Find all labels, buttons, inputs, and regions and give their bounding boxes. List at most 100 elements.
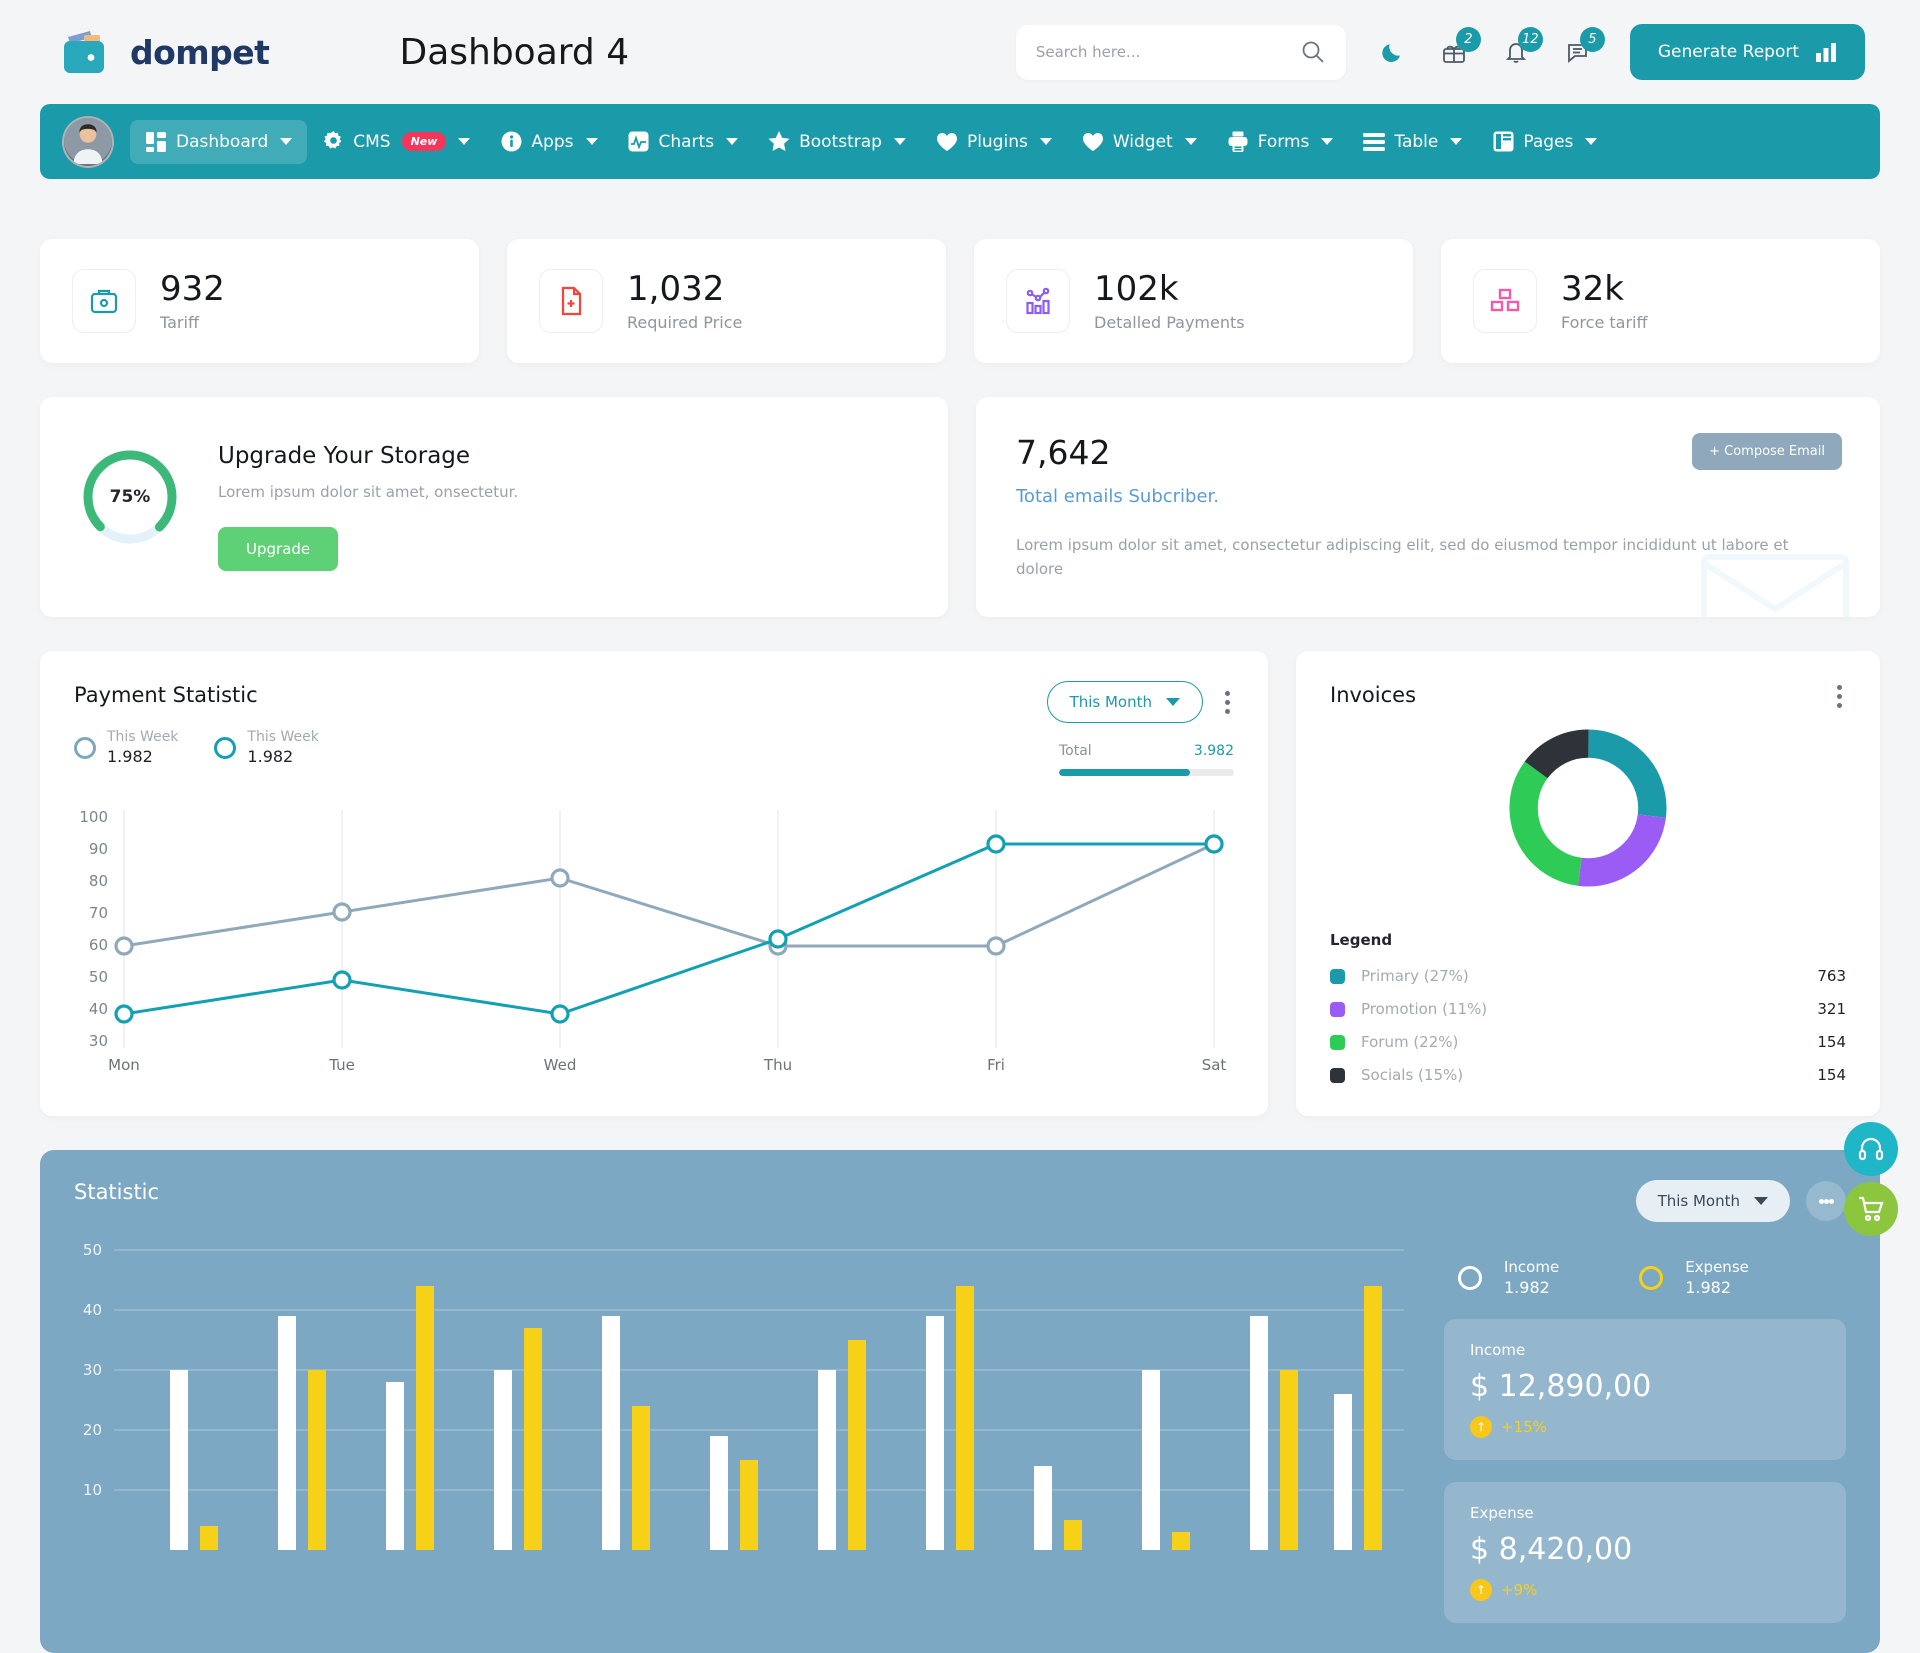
- invoice-legend-row[interactable]: Socials (15%) 154: [1330, 1066, 1846, 1084]
- legend-color-swatch: [1330, 1034, 1345, 1050]
- legend-value: 1.982: [247, 747, 294, 766]
- file-medical-icon: [539, 269, 603, 333]
- legend-ring-icon: [74, 736, 96, 759]
- list-icon: [1363, 131, 1386, 153]
- brand-logo[interactable]: dompet: [60, 27, 270, 77]
- nav-item-forms[interactable]: Forms: [1212, 120, 1349, 164]
- chevron-down-icon: [893, 138, 906, 145]
- chevron-down-icon: [585, 138, 598, 145]
- generate-report-button[interactable]: Generate Report: [1629, 24, 1865, 80]
- nav-label: Dashboard: [176, 131, 269, 152]
- svg-text:60: 60: [89, 936, 108, 954]
- bell-icon[interactable]: 12: [1502, 27, 1543, 66]
- activity-icon: [628, 131, 650, 153]
- nav-item-cms[interactable]: CMS New: [307, 120, 485, 164]
- nav-item-plugins[interactable]: Plugins: [921, 120, 1067, 164]
- stat-card-force-tariff[interactable]: 32k Force tariff: [1441, 239, 1880, 363]
- storage-percent: 75%: [109, 487, 151, 507]
- search-input[interactable]: [1035, 43, 1290, 61]
- svg-text:50: 50: [83, 1241, 102, 1259]
- nav-label: Pages: [1523, 131, 1574, 152]
- nav-label: Bootstrap: [799, 131, 882, 152]
- upgrade-button[interactable]: Upgrade: [218, 527, 339, 571]
- chevron-down-icon: [726, 138, 739, 145]
- payment-period-dropdown[interactable]: This Month: [1046, 681, 1203, 723]
- chart-row: Payment Statistic This Week 1.982 This W…: [40, 651, 1880, 1116]
- arrow-up-icon: ↑: [1470, 1579, 1492, 1601]
- legend-value: 154: [1817, 1033, 1846, 1051]
- briefcase-icon: [72, 269, 136, 333]
- chevron-down-icon: [280, 138, 293, 145]
- storage-upgrade-card: 75% Upgrade Your Storage Lorem ipsum dol…: [40, 397, 948, 617]
- compose-email-button[interactable]: + Compose Email: [1692, 433, 1842, 470]
- gear-icon: [322, 131, 344, 153]
- search-box[interactable]: [1015, 24, 1346, 80]
- legend-name: Promotion (11%): [1361, 1000, 1488, 1018]
- headset-icon[interactable]: [1844, 1122, 1898, 1176]
- invoice-legend-row[interactable]: Forum (22%) 154: [1330, 1033, 1846, 1051]
- expense-card: Expense $ 8,420,00 ↑ +9%: [1444, 1482, 1846, 1623]
- invoices-legend-title: Legend: [1330, 931, 1393, 949]
- nav-item-pages[interactable]: Pages: [1477, 120, 1612, 164]
- nav-item-dashboard[interactable]: Dashboard: [130, 119, 308, 164]
- income-amount: $ 12,890,00: [1470, 1369, 1652, 1404]
- bar-chart-icon: [1815, 42, 1837, 62]
- nav-item-apps[interactable]: Apps: [485, 120, 612, 164]
- chevron-down-icon: [1184, 138, 1197, 145]
- statistic-period-dropdown[interactable]: This Month: [1635, 1180, 1790, 1222]
- bell-badge: 12: [1517, 27, 1543, 52]
- mid-row: 75% Upgrade Your Storage Lorem ipsum dol…: [40, 397, 1880, 617]
- nav-item-widget[interactable]: Widget: [1067, 120, 1212, 164]
- expense-label: Expense: [1470, 1504, 1534, 1522]
- svg-text:Tue: Tue: [328, 1056, 355, 1074]
- svg-text:50: 50: [89, 968, 108, 986]
- svg-text:40: 40: [89, 1000, 108, 1018]
- legend-ring-icon: [1458, 1265, 1482, 1290]
- legend-item[interactable]: This Week 1.982: [214, 729, 319, 766]
- chevron-down-icon: [1450, 138, 1463, 145]
- svg-text:100: 100: [79, 808, 108, 826]
- grid-icon: [145, 131, 167, 153]
- main-navigation: Dashboard CMS New Apps Charts Bootstrap …: [40, 104, 1880, 179]
- moon-icon[interactable]: [1380, 39, 1406, 65]
- svg-text:Wed: Wed: [544, 1056, 577, 1074]
- svg-text:30: 30: [89, 1032, 108, 1050]
- stat-card-required-price[interactable]: 1,032 Required Price: [507, 239, 946, 363]
- gift-icon[interactable]: 2: [1440, 27, 1481, 66]
- stat-label: Tariff: [160, 313, 199, 333]
- nav-label: Table: [1394, 131, 1439, 152]
- legend-item[interactable]: This Week 1.982: [74, 729, 178, 766]
- nav-item-table[interactable]: Table: [1348, 120, 1477, 164]
- search-icon[interactable]: [1300, 39, 1326, 65]
- user-avatar[interactable]: [62, 115, 114, 168]
- stat-card-tariff[interactable]: 932 Tariff: [40, 239, 479, 363]
- svg-text:40: 40: [83, 1301, 102, 1319]
- cart-icon[interactable]: [1844, 1182, 1898, 1236]
- email-subtitle: Total emails Subcriber.: [1016, 486, 1220, 507]
- stat-card-detailed-payments[interactable]: 102k Detalled Payments: [974, 239, 1413, 363]
- total-value: 3.982: [1193, 743, 1234, 759]
- nav-item-bootstrap[interactable]: Bootstrap: [753, 120, 921, 164]
- payment-menu-icon[interactable]: [1221, 687, 1234, 718]
- arrow-up-icon: ↑: [1470, 1416, 1492, 1438]
- legend-color-swatch: [1330, 1067, 1345, 1083]
- info-icon: [500, 131, 522, 153]
- svg-text:10: 10: [83, 1481, 102, 1499]
- nav-label: Apps: [531, 131, 574, 152]
- stat-value: 102k: [1094, 268, 1179, 309]
- invoice-legend-row[interactable]: Promotion (11%) 321: [1330, 1000, 1846, 1018]
- stat-cards-row: 932 Tariff 1,032 Required Price 102k Det…: [40, 239, 1880, 363]
- nav-item-charts[interactable]: Charts: [613, 120, 754, 164]
- svg-text:Mon: Mon: [108, 1056, 140, 1074]
- legend-item-expense[interactable]: Expense 1.982: [1639, 1258, 1749, 1297]
- brand-name: dompet: [130, 32, 270, 72]
- boxes-icon: [1473, 269, 1537, 333]
- invoice-legend-row[interactable]: Primary (27%) 763: [1330, 967, 1846, 985]
- legend-item-income[interactable]: Income 1.982: [1458, 1258, 1559, 1297]
- generate-report-label: Generate Report: [1657, 42, 1799, 62]
- svg-text:90: 90: [89, 840, 108, 858]
- invoices-menu-icon[interactable]: [1833, 681, 1846, 712]
- statistic-menu-icon[interactable]: [1806, 1181, 1846, 1221]
- chat-icon[interactable]: 5: [1564, 27, 1605, 66]
- legend-value: 763: [1817, 967, 1846, 985]
